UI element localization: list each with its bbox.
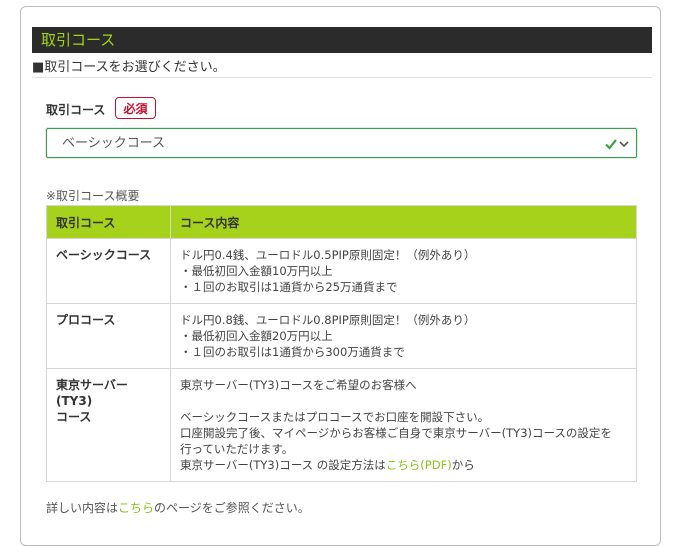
overview-label: ※取引コース概要 [46,189,140,203]
course-select-value: ベーシックコース [62,136,166,151]
table-row: 東京サーバー(TY3) コース 東京サーバー(TY3)コースをご希望のお客様へ … [46,368,637,482]
description-line: ・最低初回入金額10万円以上 [180,264,333,278]
footer-note: 詳しい内容はこちらのページをご参照ください。 [46,500,310,516]
description-line: 東京サーバー(TY3)コース の設定方法はこちら(PDF)から [180,457,627,473]
course-description: ドル円0.8銭、ユーロドル0.8PIP原則固定！（例外あり） ・最低初回入金額2… [170,303,637,369]
course-description: ドル円0.4銭、ユーロドル0.5PIP原則固定！（例外あり） ・最低初回入金額1… [170,238,637,304]
details-link[interactable]: こちら [118,501,154,515]
column-header-course: 取引コース [46,205,171,239]
description-line: ドル円0.8銭、ユーロドル0.8PIP原則固定！（例外あり） [180,313,476,327]
description-line: ・１回のお取引は1通貨から300万通貨まで [180,345,405,359]
course-name-line: コース [56,410,92,424]
description-line: ドル円0.4銭、ユーロドル0.5PIP原則固定！（例外あり） [180,248,476,262]
course-name: 東京サーバー(TY3) コース [46,368,171,482]
required-badge: 必須 [115,97,156,119]
pdf-link[interactable]: こちら(PDF) [386,458,452,472]
description-line: 東京サーバー(TY3)コースをご希望のお客様へ [180,378,417,392]
section-header: 取引コース [32,27,652,53]
check-icon [605,139,617,150]
footer-suffix: のページをご参照ください。 [154,501,310,515]
course-field-label: 取引コース [46,103,106,117]
column-header-content: コース内容 [170,205,637,239]
footer-prefix: 詳しい内容は [46,501,119,515]
course-select[interactable]: ベーシックコース [46,128,637,158]
description-line: 行っていただけます。 [180,442,294,456]
table-row: ベーシックコース ドル円0.4銭、ユーロドル0.5PIP原則固定！（例外あり） … [46,238,637,304]
description-line: ・最低初回入金額20万円以上 [180,329,333,343]
course-name: プロコース [46,303,171,369]
course-name-line: 東京サーバー(TY3) [56,378,128,408]
section-instruction: ■取引コースをお選びください。 [32,59,652,78]
table-header-row: 取引コース コース内容 [46,205,637,239]
pdf-line-prefix: 東京サーバー(TY3)コース の設定方法は [180,458,386,472]
description-line: ベーシックコースまたはプロコースでお口座を開設下さい。 [180,410,490,424]
course-description: 東京サーバー(TY3)コースをご希望のお客様へ ベーシックコースまたはプロコース… [170,368,637,482]
description-line: 口座開設完了後、マイページからお客様ご自身で東京サーバー(TY3)コースの設定を [180,426,612,440]
course-name: ベーシックコース [46,238,171,304]
description-line: ・１回のお取引は1通貨から25万通貨まで [180,280,398,294]
chevron-down-icon[interactable] [619,140,629,148]
pdf-line-suffix: から [451,458,475,472]
course-overview-table: 取引コース コース内容 ベーシックコース ドル円0.4銭、ユーロドル0.5PIP… [46,205,637,482]
table-row: プロコース ドル円0.8銭、ユーロドル0.8PIP原則固定！（例外あり） ・最低… [46,303,637,369]
